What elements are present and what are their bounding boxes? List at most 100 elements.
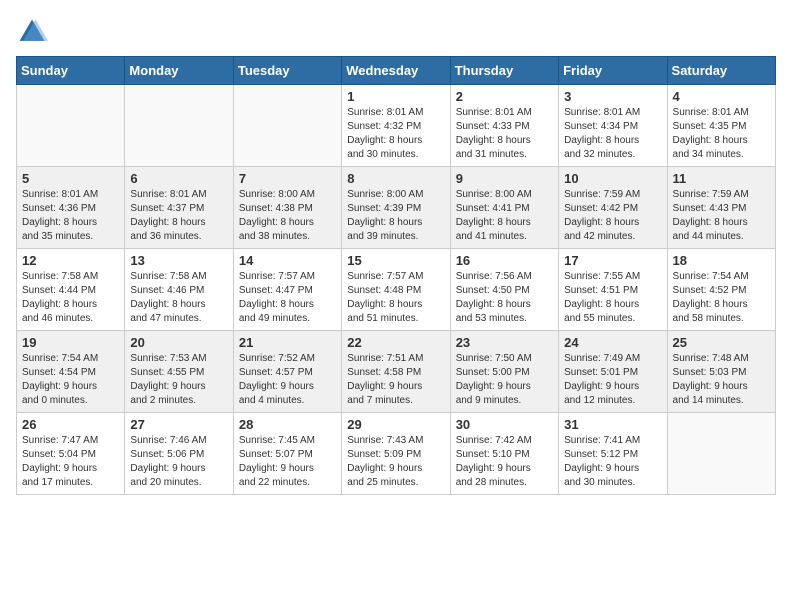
cell-day-number: 5 — [22, 171, 119, 186]
cell-day-info: Sunrise: 7:46 AM Sunset: 5:06 PM Dayligh… — [130, 434, 227, 490]
cell-day-info: Sunrise: 7:50 AM Sunset: 5:00 PM Dayligh… — [456, 352, 553, 408]
cell-day-info: Sunrise: 7:54 AM Sunset: 4:54 PM Dayligh… — [22, 352, 119, 408]
calendar-cell: 14Sunrise: 7:57 AM Sunset: 4:47 PM Dayli… — [233, 249, 341, 331]
header-wednesday: Wednesday — [342, 57, 450, 85]
header-saturday: Saturday — [667, 57, 775, 85]
calendar-cell — [125, 85, 233, 167]
calendar-cell: 4Sunrise: 8:01 AM Sunset: 4:35 PM Daylig… — [667, 85, 775, 167]
cell-day-info: Sunrise: 7:56 AM Sunset: 4:50 PM Dayligh… — [456, 270, 553, 326]
cell-day-number: 21 — [239, 335, 336, 350]
calendar-cell: 29Sunrise: 7:43 AM Sunset: 5:09 PM Dayli… — [342, 413, 450, 495]
calendar-cell: 6Sunrise: 8:01 AM Sunset: 4:37 PM Daylig… — [125, 167, 233, 249]
calendar-cell: 9 Sunrise: 8:00 AM Sunset: 4:41 PM Daylig… — [450, 167, 558, 249]
cell-day-info: Sunrise: 7:48 AM Sunset: 5:03 PM Dayligh… — [673, 352, 770, 408]
cell-day-number: 28 — [239, 417, 336, 432]
cell-day-info: Sunrise: 7:58 AM Sunset: 4:46 PM Dayligh… — [130, 270, 227, 326]
cell-day-number: 24 — [564, 335, 661, 350]
calendar-cell: 13 Sunrise: 7:58 AM Sunset: 4:46 PM Dayli… — [125, 249, 233, 331]
cell-day-info: Sunrise: 8:00 AM Sunset: 4:39 PM Dayligh… — [347, 188, 444, 244]
cell-day-info: Sunrise: 8:00 AM Sunset: 4:38 PM Dayligh… — [239, 188, 336, 244]
cell-day-info: Sunrise: 7:45 AM Sunset: 5:07 PM Dayligh… — [239, 434, 336, 490]
cell-day-info: Sunrise: 7:49 AM Sunset: 5:01 PM Dayligh… — [564, 352, 661, 408]
calendar-cell: 10Sunrise: 7:59 AM Sunset: 4:42 PM Dayli… — [559, 167, 667, 249]
cell-day-info: Sunrise: 8:01 AM Sunset: 4:33 PM Dayligh… — [456, 106, 553, 162]
cell-day-info: Sunrise: 7:53 AM Sunset: 4:55 PM Dayligh… — [130, 352, 227, 408]
calendar-header-row: SundayMondayTuesdayWednesdayThursdayFrid… — [17, 57, 776, 85]
cell-day-info: Sunrise: 7:57 AM Sunset: 4:47 PM Dayligh… — [239, 270, 336, 326]
cell-day-number: 7 — [239, 171, 336, 186]
calendar-cell: 15 Sunrise: 7:57 AM Sunset: 4:48 PM Dayli… — [342, 249, 450, 331]
cell-day-info: Sunrise: 7:52 AM Sunset: 4:57 PM Dayligh… — [239, 352, 336, 408]
calendar-cell: 12Sunrise: 7:58 AM Sunset: 4:44 PM Dayli… — [17, 249, 125, 331]
cell-day-number: 20 — [130, 335, 227, 350]
calendar-cell: 20 Sunrise: 7:53 AM Sunset: 4:55 PM Dayli… — [125, 331, 233, 413]
cell-day-number: 9 — [456, 171, 553, 186]
calendar-cell: 30Sunrise: 7:42 AM Sunset: 5:10 PM Dayli… — [450, 413, 558, 495]
cell-day-number: 18 — [673, 253, 770, 268]
cell-day-info: Sunrise: 7:41 AM Sunset: 5:12 PM Dayligh… — [564, 434, 661, 490]
calendar-cell: 24 Sunrise: 7:49 AM Sunset: 5:01 PM Dayli… — [559, 331, 667, 413]
calendar-week-1: 1Sunrise: 8:01 AM Sunset: 4:32 PM Daylig… — [17, 85, 776, 167]
cell-day-info: Sunrise: 7:59 AM Sunset: 4:43 PM Dayligh… — [673, 188, 770, 244]
calendar-cell — [17, 85, 125, 167]
cell-day-info: Sunrise: 8:01 AM Sunset: 4:32 PM Dayligh… — [347, 106, 444, 162]
cell-day-info: Sunrise: 7:57 AM Sunset: 4:48 PM Dayligh… — [347, 270, 444, 326]
header-tuesday: Tuesday — [233, 57, 341, 85]
calendar-cell — [667, 413, 775, 495]
cell-day-number: 6 — [130, 171, 227, 186]
calendar-cell: 19 Sunrise: 7:54 AM Sunset: 4:54 PM Dayli… — [17, 331, 125, 413]
calendar-cell: 31 Sunrise: 7:41 AM Sunset: 5:12 PM Dayli… — [559, 413, 667, 495]
cell-day-number: 3 — [564, 89, 661, 104]
cell-day-number: 19 — [22, 335, 119, 350]
cell-day-number: 17 — [564, 253, 661, 268]
calendar-cell: 27 Sunrise: 7:46 AM Sunset: 5:06 PM Dayli… — [125, 413, 233, 495]
cell-day-number: 12 — [22, 253, 119, 268]
calendar-cell: 25 Sunrise: 7:48 AM Sunset: 5:03 PM Dayli… — [667, 331, 775, 413]
cell-day-info: Sunrise: 7:55 AM Sunset: 4:51 PM Dayligh… — [564, 270, 661, 326]
cell-day-info: Sunrise: 7:42 AM Sunset: 5:10 PM Dayligh… — [456, 434, 553, 490]
cell-day-number: 2 — [456, 89, 553, 104]
cell-day-number: 16 — [456, 253, 553, 268]
cell-day-number: 27 — [130, 417, 227, 432]
header-friday: Friday — [559, 57, 667, 85]
cell-day-number: 15 — [347, 253, 444, 268]
cell-day-info: Sunrise: 8:01 AM Sunset: 4:34 PM Dayligh… — [564, 106, 661, 162]
cell-day-number: 8 — [347, 171, 444, 186]
calendar-cell: 26 Sunrise: 7:47 AM Sunset: 5:04 PM Dayli… — [17, 413, 125, 495]
cell-day-number: 26 — [22, 417, 119, 432]
cell-day-info: Sunrise: 7:54 AM Sunset: 4:52 PM Dayligh… — [673, 270, 770, 326]
calendar-week-5: 26 Sunrise: 7:47 AM Sunset: 5:04 PM Dayli… — [17, 413, 776, 495]
cell-day-number: 13 — [130, 253, 227, 268]
logo — [16, 16, 52, 48]
header-thursday: Thursday — [450, 57, 558, 85]
cell-day-number: 29 — [347, 417, 444, 432]
cell-day-info: Sunrise: 7:51 AM Sunset: 4:58 PM Dayligh… — [347, 352, 444, 408]
calendar-week-3: 12Sunrise: 7:58 AM Sunset: 4:44 PM Dayli… — [17, 249, 776, 331]
cell-day-number: 25 — [673, 335, 770, 350]
calendar-cell: 7 Sunrise: 8:00 AM Sunset: 4:38 PM Daylig… — [233, 167, 341, 249]
calendar-cell: 11Sunrise: 7:59 AM Sunset: 4:43 PM Dayli… — [667, 167, 775, 249]
cell-day-number: 4 — [673, 89, 770, 104]
calendar-cell: 8 Sunrise: 8:00 AM Sunset: 4:39 PM Daylig… — [342, 167, 450, 249]
header-sunday: Sunday — [17, 57, 125, 85]
calendar-cell: 3 Sunrise: 8:01 AM Sunset: 4:34 PM Daylig… — [559, 85, 667, 167]
calendar-cell: 18 Sunrise: 7:54 AM Sunset: 4:52 PM Dayli… — [667, 249, 775, 331]
cell-day-info: Sunrise: 7:47 AM Sunset: 5:04 PM Dayligh… — [22, 434, 119, 490]
calendar-cell: 5Sunrise: 8:01 AM Sunset: 4:36 PM Daylig… — [17, 167, 125, 249]
calendar-cell: 16 Sunrise: 7:56 AM Sunset: 4:50 PM Dayli… — [450, 249, 558, 331]
calendar-table: SundayMondayTuesdayWednesdayThursdayFrid… — [16, 56, 776, 495]
calendar-cell: 17 Sunrise: 7:55 AM Sunset: 4:51 PM Dayli… — [559, 249, 667, 331]
calendar-cell: 2 Sunrise: 8:01 AM Sunset: 4:33 PM Daylig… — [450, 85, 558, 167]
calendar-week-4: 19 Sunrise: 7:54 AM Sunset: 4:54 PM Dayli… — [17, 331, 776, 413]
calendar-cell: 28 Sunrise: 7:45 AM Sunset: 5:07 PM Dayli… — [233, 413, 341, 495]
cell-day-number: 22 — [347, 335, 444, 350]
page-header — [16, 16, 776, 48]
cell-day-number: 31 — [564, 417, 661, 432]
cell-day-number: 23 — [456, 335, 553, 350]
calendar-cell: 21 Sunrise: 7:52 AM Sunset: 4:57 PM Dayli… — [233, 331, 341, 413]
calendar-week-2: 5Sunrise: 8:01 AM Sunset: 4:36 PM Daylig… — [17, 167, 776, 249]
cell-day-info: Sunrise: 8:00 AM Sunset: 4:41 PM Dayligh… — [456, 188, 553, 244]
header-monday: Monday — [125, 57, 233, 85]
calendar-cell: 1Sunrise: 8:01 AM Sunset: 4:32 PM Daylig… — [342, 85, 450, 167]
calendar-cell: 23 Sunrise: 7:50 AM Sunset: 5:00 PM Dayli… — [450, 331, 558, 413]
